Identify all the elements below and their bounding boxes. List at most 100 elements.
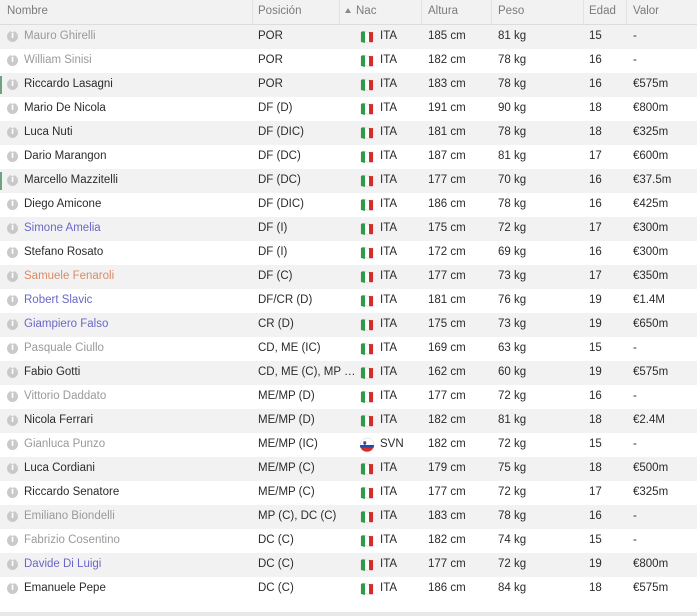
player-age: 18	[589, 462, 602, 474]
info-icon[interactable]: i	[7, 199, 18, 210]
player-name[interactable]: Riccardo Senatore	[24, 486, 119, 498]
player-name[interactable]: Robert Slavic	[24, 294, 92, 306]
table-row[interactable]: i Fabio Gotti CD, ME (C), MP (C) ITA 162 cm 6…	[0, 361, 697, 385]
header-edad[interactable]: Edad	[589, 5, 616, 17]
table-row[interactable]: i Dario Marangon DF (DC) ITA 187 cm 81 kg 17 €6…	[0, 145, 697, 169]
player-name[interactable]: Marcello Mazzitelli	[24, 174, 118, 186]
table-row[interactable]: i Luca Cordiani ME/MP (C) ITA 179 cm 75 kg 18 €…	[0, 457, 697, 481]
table-row[interactable]: i Luca Nuti DF (DIC) ITA 181 cm 78 kg 18 €325m	[0, 121, 697, 145]
info-icon[interactable]: i	[7, 127, 18, 138]
info-icon[interactable]: i	[7, 103, 18, 114]
player-height: 169 cm	[428, 342, 466, 354]
player-age: 19	[589, 558, 602, 570]
column-divider[interactable]	[626, 0, 627, 24]
table-row[interactable]: i Fabrizio Cosentino DC (C) ITA 182 cm 74 kg 1…	[0, 529, 697, 553]
table-row[interactable]: i Marcello Mazzitelli DF (DC) ITA 177 cm 70 k…	[0, 169, 697, 193]
info-icon[interactable]: i	[7, 151, 18, 162]
table-row[interactable]: i Mauro Ghirelli POR ITA 185 cm 81 kg 15 -	[0, 25, 697, 49]
info-icon[interactable]: i	[7, 55, 18, 66]
info-icon[interactable]: i	[7, 295, 18, 306]
info-icon[interactable]: i	[7, 511, 18, 522]
column-divider[interactable]	[252, 0, 253, 24]
player-nationality: ITA	[380, 174, 398, 186]
header-altura[interactable]: Altura	[428, 5, 458, 17]
info-icon[interactable]: i	[7, 559, 18, 570]
player-name[interactable]: Davide Di Luigi	[24, 558, 101, 570]
player-name[interactable]: Luca Cordiani	[24, 462, 95, 474]
player-name[interactable]: Pasquale Ciullo	[24, 342, 104, 354]
player-name[interactable]: Diego Amicone	[24, 198, 101, 210]
table-row[interactable]: i Mario De Nicola DF (D) ITA 191 cm 90 kg 18 €8…	[0, 97, 697, 121]
column-divider[interactable]	[583, 0, 584, 24]
table-row[interactable]: i Riccardo Senatore ME/MP (C) ITA 177 cm 72 k…	[0, 481, 697, 505]
player-name[interactable]: Emiliano Biondelli	[24, 510, 115, 522]
player-value: -	[633, 510, 637, 522]
info-icon[interactable]: i	[7, 223, 18, 234]
info-icon[interactable]: i	[7, 175, 18, 186]
table-row[interactable]: i Giampiero Falso CR (D) ITA 175 cm 73 kg 19 €6…	[0, 313, 697, 337]
player-name[interactable]: Riccardo Lasagni	[24, 78, 113, 90]
header-valor[interactable]: Valor	[633, 5, 659, 17]
info-icon[interactable]: i	[7, 31, 18, 42]
header-peso[interactable]: Peso	[498, 5, 524, 17]
info-icon[interactable]: i	[7, 535, 18, 546]
column-divider[interactable]	[421, 0, 422, 24]
info-icon[interactable]: i	[7, 367, 18, 378]
player-name[interactable]: Emanuele Pepe	[24, 582, 106, 594]
player-nationality: ITA	[380, 198, 398, 210]
player-age: 18	[589, 582, 602, 594]
table-row[interactable]: i Stefano Rosato DF (I) ITA 172 cm 69 kg 16 €30…	[0, 241, 697, 265]
info-icon[interactable]: i	[7, 247, 18, 258]
table-row[interactable]: i William Sinisi POR ITA 182 cm 78 kg 16 -	[0, 49, 697, 73]
italy-flag-icon	[360, 318, 374, 332]
horizontal-scrollbar[interactable]	[0, 612, 697, 616]
info-icon[interactable]: i	[7, 343, 18, 354]
player-name[interactable]: Luca Nuti	[24, 126, 73, 138]
player-name[interactable]: Simone Amelia	[24, 222, 101, 234]
player-name[interactable]: Mauro Ghirelli	[24, 30, 96, 42]
player-position: CD, ME (C), MP (C)	[258, 366, 356, 378]
table-row[interactable]: i Simone Amelia DF (I) ITA 175 cm 72 kg 17 €300…	[0, 217, 697, 241]
table-row[interactable]: i Emanuele Pepe DC (C) ITA 186 cm 84 kg 18 €575…	[0, 577, 697, 601]
player-name[interactable]: Nicola Ferrari	[24, 414, 93, 426]
player-name[interactable]: Gianluca Punzo	[24, 438, 105, 450]
info-icon[interactable]: i	[7, 463, 18, 474]
player-name[interactable]: Giampiero Falso	[24, 318, 108, 330]
player-weight: 81 kg	[498, 150, 527, 162]
table-row[interactable]: i Emiliano Biondelli MP (C), DC (C) ITA 183 …	[0, 505, 697, 529]
table-row[interactable]: i Nicola Ferrari ME/MP (D) ITA 182 cm 81 kg 18…	[0, 409, 697, 433]
header-posicion[interactable]: Posición	[258, 5, 301, 17]
info-icon[interactable]: i	[7, 319, 18, 330]
player-name[interactable]: Dario Marangon	[24, 150, 106, 162]
sort-ascending-icon	[345, 8, 351, 13]
player-name[interactable]: Fabio Gotti	[24, 366, 80, 378]
table-row[interactable]: i Vittorio Daddato ME/MP (D) ITA 177 cm 72 kg…	[0, 385, 697, 409]
player-name[interactable]: Stefano Rosato	[24, 246, 103, 258]
table-row[interactable]: i Robert Slavic DF/CR (D) ITA 181 cm 76 kg 19 €…	[0, 289, 697, 313]
player-name[interactable]: Fabrizio Cosentino	[24, 534, 120, 546]
table-row[interactable]: i Samuele Fenaroli DF (C) ITA 177 cm 73 kg 17 €…	[0, 265, 697, 289]
italy-flag-icon	[360, 558, 374, 572]
header-nac[interactable]: Nac	[345, 5, 376, 17]
table-row[interactable]: i Davide Di Luigi DC (C) ITA 177 cm 72 kg 19 €8…	[0, 553, 697, 577]
player-name[interactable]: Vittorio Daddato	[24, 390, 106, 402]
table-row[interactable]: i Gianluca Punzo ME/MP (IC) SVN 182 cm 72 kg 1…	[0, 433, 697, 457]
info-icon[interactable]: i	[7, 583, 18, 594]
info-icon[interactable]: i	[7, 391, 18, 402]
italy-flag-icon	[360, 294, 374, 308]
column-divider[interactable]	[491, 0, 492, 24]
column-divider[interactable]	[339, 0, 340, 24]
player-name[interactable]: William Sinisi	[24, 54, 92, 66]
info-icon[interactable]: i	[7, 415, 18, 426]
info-icon[interactable]: i	[7, 79, 18, 90]
player-name[interactable]: Samuele Fenaroli	[24, 270, 114, 282]
info-icon[interactable]: i	[7, 487, 18, 498]
info-icon[interactable]: i	[7, 271, 18, 282]
player-name[interactable]: Mario De Nicola	[24, 102, 106, 114]
table-row[interactable]: i Diego Amicone DF (DIC) ITA 186 cm 78 kg 16 €4…	[0, 193, 697, 217]
info-icon[interactable]: i	[7, 439, 18, 450]
table-row[interactable]: i Pasquale Ciullo CD, ME (IC) ITA 169 cm 63 k…	[0, 337, 697, 361]
header-nombre[interactable]: Nombre	[7, 5, 48, 17]
table-row[interactable]: i Riccardo Lasagni POR ITA 183 cm 78 kg 16 €575…	[0, 73, 697, 97]
player-nationality: ITA	[380, 102, 398, 114]
